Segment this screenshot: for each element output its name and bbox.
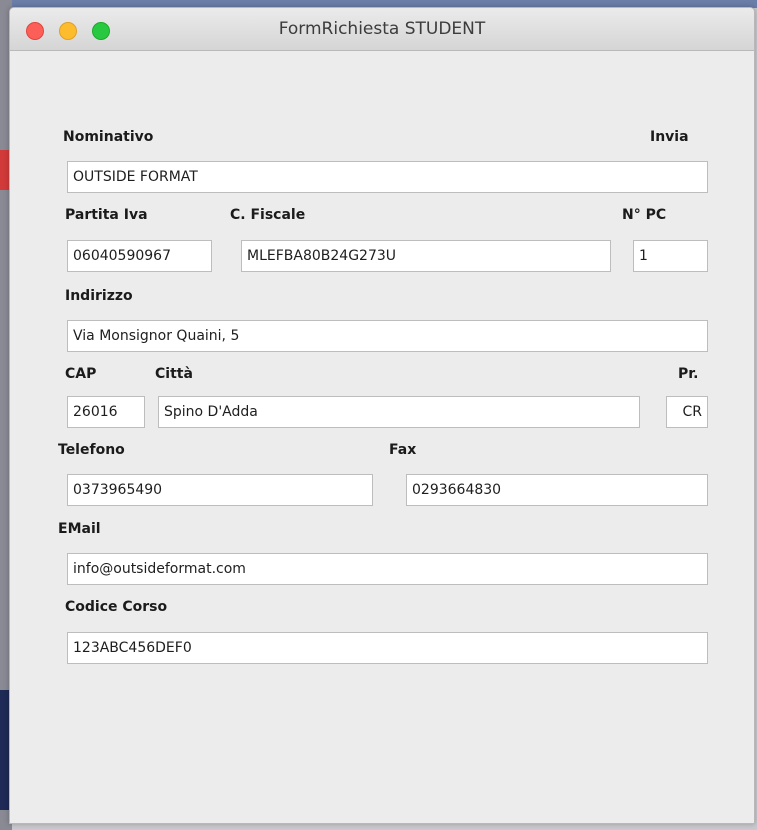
nominativo-field[interactable] (67, 161, 708, 193)
fax-field[interactable] (406, 474, 708, 506)
fax-label: Fax (389, 442, 417, 458)
numero-pc-field[interactable] (633, 240, 708, 272)
citta-field[interactable] (158, 396, 640, 428)
partita-iva-label: Partita Iva (65, 207, 148, 223)
codice-fiscale-label: C. Fiscale (230, 207, 306, 223)
codice-fiscale-field[interactable] (241, 240, 611, 272)
title-bar[interactable]: FormRichiesta STUDENT (10, 8, 754, 51)
provincia-field[interactable] (666, 396, 708, 428)
window-title: FormRichiesta STUDENT (278, 19, 486, 39)
email-label: EMail (58, 521, 101, 537)
indirizzo-field[interactable] (67, 320, 708, 352)
codice-corso-label: Codice Corso (65, 599, 168, 615)
form-window: FormRichiesta STUDENT Nominativo Invia P… (9, 7, 755, 824)
provincia-label: Pr. (678, 366, 699, 382)
invia-button[interactable]: Invia (650, 129, 689, 145)
telefono-label: Telefono (58, 442, 125, 458)
partita-iva-field[interactable] (67, 240, 212, 272)
telefono-field[interactable] (67, 474, 373, 506)
cap-label: CAP (65, 366, 97, 382)
cap-field[interactable] (67, 396, 145, 428)
nominativo-label: Nominativo (63, 129, 154, 145)
citta-label: Città (155, 366, 193, 382)
email-field[interactable] (67, 553, 708, 585)
numero-pc-label: N° PC (622, 207, 667, 223)
codice-corso-field[interactable] (67, 632, 708, 664)
indirizzo-label: Indirizzo (65, 288, 133, 304)
